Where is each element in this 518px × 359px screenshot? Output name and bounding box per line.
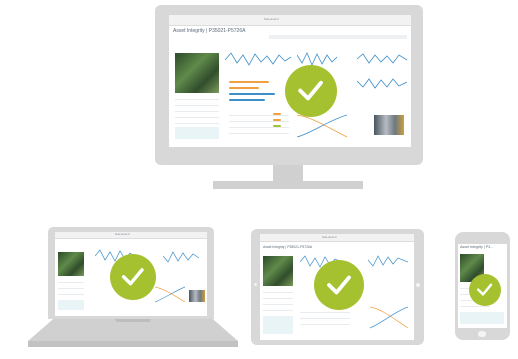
laptop-browser-toolbar (55, 232, 207, 239)
laptop-base (28, 319, 238, 341)
laptop-screen: Suite.eb-tst.nl (55, 232, 207, 316)
tablet-camera (254, 283, 257, 286)
check-badge-phone (469, 274, 501, 306)
monitor-base (213, 181, 363, 189)
monitor-neck (273, 165, 303, 181)
tab-strip (269, 35, 407, 39)
check-badge-tablet (314, 260, 364, 310)
page-title: Asset Integrity | P35021-P5726A (173, 28, 246, 34)
phone-home-button (478, 331, 486, 337)
middle-line-chart (225, 52, 292, 66)
tablet-home-button (416, 283, 420, 287)
phone-page-title: Asset Integrity | P3... (460, 245, 494, 249)
right-line-chart-2 (357, 78, 407, 89)
checkmark-icon (327, 275, 351, 295)
tablet-line-chart-2 (368, 255, 408, 267)
laptop-curve-chart (155, 286, 185, 303)
lower-table (229, 111, 289, 141)
tablet-browser-toolbar (260, 234, 414, 242)
checkmark-icon (298, 81, 324, 101)
check-badge-monitor (285, 65, 337, 117)
tablet-screen: Suite.eb-tst.nl Asset Integrity | P35021… (260, 234, 414, 340)
monitor-screen: Suite.eb-tst.nl Asset Integrity | P35021… (169, 15, 411, 147)
desktop-monitor: Suite.eb-tst.nl Asset Integrity | P35021… (155, 5, 423, 165)
checkmark-icon (477, 284, 493, 296)
asset-photo (175, 53, 219, 93)
status-bar-3 (229, 93, 275, 95)
browser-url: Suite.eb-tst.nl (264, 18, 279, 21)
phone-screen: Asset Integrity | P3... (458, 244, 507, 328)
valve-photo (374, 115, 404, 135)
tablet-browser-url: Suite.eb-tst.nl (322, 236, 337, 239)
status-bar-4 (229, 99, 265, 101)
laptop-browser-url: Suite.eb-tst.nl (115, 233, 130, 236)
laptop-line-chart-2 (163, 251, 199, 263)
laptop-base-lip (28, 341, 238, 347)
laptop-touchpad-notch (115, 319, 151, 322)
laptop-valve-photo (189, 290, 205, 302)
checkmark-icon (122, 268, 144, 286)
tablet-page-title: Asset Integrity | P35021-P5726A (263, 245, 313, 249)
laptop-asset-photo (58, 252, 84, 276)
tablet-asset-photo (263, 256, 293, 286)
status-bar-2 (229, 87, 259, 89)
right-line-chart-1 (357, 53, 407, 64)
status-bar-1 (229, 81, 269, 83)
browser-toolbar (169, 15, 411, 26)
tablet-curve-chart (370, 306, 408, 329)
asset-details (175, 97, 219, 141)
check-badge-laptop (110, 254, 156, 300)
